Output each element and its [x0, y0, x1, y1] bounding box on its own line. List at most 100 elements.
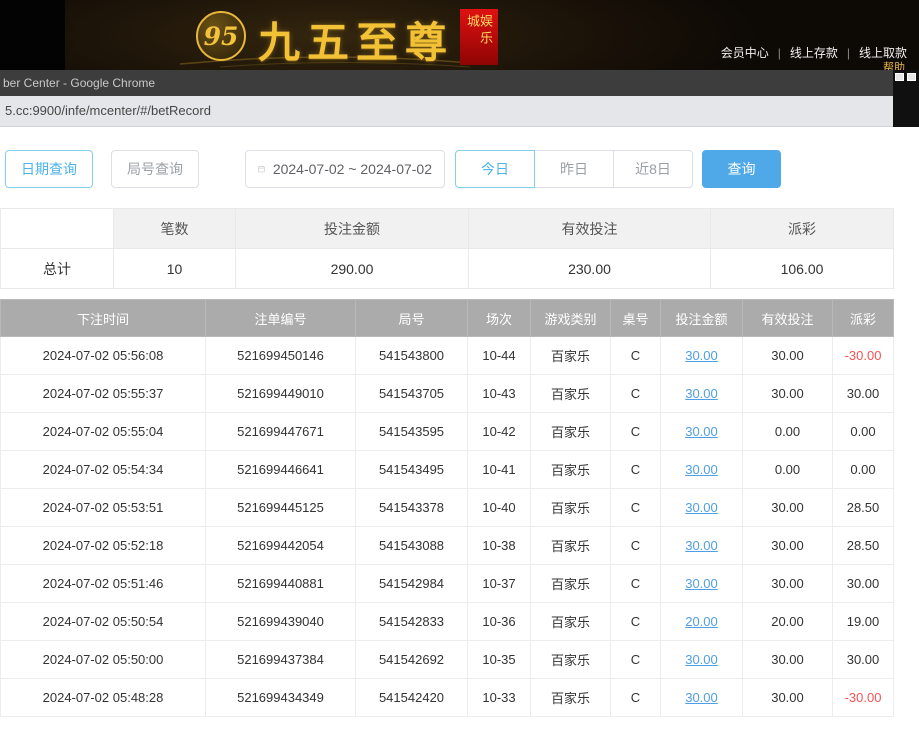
bet-cell-table: C [611, 641, 661, 679]
summary-header-cell: 投注金额 [236, 209, 469, 249]
bet-amount-link[interactable]: 20.00 [685, 614, 718, 629]
emblem-text: 95 [204, 22, 239, 51]
bet-cell-time: 2024-07-02 05:48:28 [1, 679, 206, 717]
search-button[interactable]: 查询 [702, 150, 781, 188]
date-query-button[interactable]: 日期查询 [5, 150, 93, 188]
bet-cell-round: 541543378 [356, 489, 468, 527]
bet-amount-link[interactable]: 30.00 [685, 462, 718, 477]
bet-cell-table: C [611, 337, 661, 375]
date-range-picker[interactable]: 2024-07-02 ~ 2024-07-02 [245, 150, 445, 188]
bet-cell-payout: 19.00 [833, 603, 894, 641]
bet-amount-link[interactable]: 30.00 [685, 500, 718, 515]
bet-cell-valid: 30.00 [743, 375, 833, 413]
bet-cell-session: 10-44 [468, 337, 531, 375]
bet-cell-valid: 0.00 [743, 413, 833, 451]
bet-amount-link[interactable]: 30.00 [685, 652, 718, 667]
bet-amount-link[interactable]: 30.00 [685, 424, 718, 439]
bet-cell-round: 541542984 [356, 565, 468, 603]
bet-cell-session: 10-43 [468, 375, 531, 413]
bet-cell-round: 541543705 [356, 375, 468, 413]
summary-value-cell: 230.00 [469, 249, 711, 289]
url-text: 5.cc:9900/infe/mcenter/#/betRecord [5, 103, 211, 118]
bet-cell-payout: 30.00 [833, 565, 894, 603]
bet-cell-game: 百家乐 [531, 337, 611, 375]
bet-row: 2024-07-02 05:50:00521699437384541542692… [1, 641, 894, 679]
bet-cell-bet_id: 521699445125 [206, 489, 356, 527]
bet-cell-game: 百家乐 [531, 603, 611, 641]
bet-amount-link[interactable]: 30.00 [685, 348, 718, 363]
round-query-button[interactable]: 局号查询 [111, 150, 199, 188]
bet-cell-time: 2024-07-02 05:53:51 [1, 489, 206, 527]
bet-cell-round: 541542833 [356, 603, 468, 641]
bet-cell-round: 541542420 [356, 679, 468, 717]
bet-cell-bet_id: 521699446641 [206, 451, 356, 489]
window-frame-strip [893, 70, 919, 127]
bet-cell-round: 541542692 [356, 641, 468, 679]
bet-cell-bet_id: 521699449010 [206, 375, 356, 413]
bet-cell-valid: 30.00 [743, 641, 833, 679]
bet-header-row: 下注时间注单编号局号场次游戏类别桌号投注金额有效投注派彩 [1, 300, 894, 337]
bet-cell-payout: 28.50 [833, 527, 894, 565]
bet-cell-session: 10-41 [468, 451, 531, 489]
bet-cell-game: 百家乐 [531, 565, 611, 603]
bet-row: 2024-07-02 05:54:34521699446641541543495… [1, 451, 894, 489]
bet-cell-round: 541543088 [356, 527, 468, 565]
bet-amount-link[interactable]: 30.00 [685, 386, 718, 401]
bet-cell-amount: 30.00 [661, 337, 743, 375]
bet-cell-table: C [611, 679, 661, 717]
quick-range-today[interactable]: 今日 [455, 150, 535, 188]
quick-range-yesterday[interactable]: 昨日 [534, 150, 614, 188]
nav-separator: | [778, 46, 781, 60]
bet-cell-payout: -30.00 [833, 679, 894, 717]
bet-cell-game: 百家乐 [531, 489, 611, 527]
bet-cell-time: 2024-07-02 05:55:04 [1, 413, 206, 451]
bet-row: 2024-07-02 05:51:46521699440881541542984… [1, 565, 894, 603]
bet-cell-bet_id: 521699447671 [206, 413, 356, 451]
bet-cell-round: 541543595 [356, 413, 468, 451]
bet-row: 2024-07-02 05:56:08521699450146541543800… [1, 337, 894, 375]
help-link[interactable]: 帮助 [883, 59, 905, 70]
bet-cell-session: 10-37 [468, 565, 531, 603]
main-content: 日期查询 局号查询 2024-07-02 ~ 2024-07-02 今日 昨日 … [0, 127, 919, 717]
bet-row: 2024-07-02 05:55:37521699449010541543705… [1, 375, 894, 413]
nav-link-0[interactable]: 会员中心 [721, 44, 769, 61]
bet-cell-payout: 28.50 [833, 489, 894, 527]
logo-title: 九五至尊 [258, 9, 454, 70]
bet-cell-valid: 20.00 [743, 603, 833, 641]
date-range-text: 2024-07-02 ~ 2024-07-02 [273, 161, 432, 177]
quick-range-last8days[interactable]: 近8日 [613, 150, 693, 188]
maximize-button[interactable] [895, 73, 904, 81]
bet-cell-time: 2024-07-02 05:50:00 [1, 641, 206, 679]
bet-cell-valid: 30.00 [743, 679, 833, 717]
bet-cell-payout: 0.00 [833, 413, 894, 451]
bet-cell-amount: 30.00 [661, 375, 743, 413]
bet-header-cell: 有效投注 [743, 300, 833, 337]
bet-cell-session: 10-35 [468, 641, 531, 679]
window-controls [895, 73, 916, 81]
bet-cell-amount: 20.00 [661, 603, 743, 641]
bet-cell-amount: 30.00 [661, 527, 743, 565]
bet-cell-payout: 0.00 [833, 451, 894, 489]
bet-header-cell: 局号 [356, 300, 468, 337]
browser-addressbar[interactable]: 5.cc:9900/infe/mcenter/#/betRecord [0, 96, 893, 127]
bet-cell-session: 10-42 [468, 413, 531, 451]
nav-link-1[interactable]: 线上存款 [790, 44, 838, 61]
bet-cell-bet_id: 521699434349 [206, 679, 356, 717]
bet-cell-valid: 0.00 [743, 451, 833, 489]
bet-cell-amount: 30.00 [661, 451, 743, 489]
filter-bar: 日期查询 局号查询 2024-07-02 ~ 2024-07-02 今日 昨日 … [0, 150, 919, 188]
bet-amount-link[interactable]: 30.00 [685, 576, 718, 591]
logo-badge: 娱乐城 [460, 9, 498, 65]
bet-amount-link[interactable]: 30.00 [685, 538, 718, 553]
close-button[interactable] [907, 73, 916, 81]
bet-cell-payout: -30.00 [833, 337, 894, 375]
calendar-icon [258, 162, 265, 176]
bet-cell-game: 百家乐 [531, 375, 611, 413]
summary-total-row: 总计 10290.00230.00106.00 [1, 249, 894, 289]
summary-header-cell: 笔数 [114, 209, 236, 249]
bet-cell-table: C [611, 565, 661, 603]
bet-cell-bet_id: 521699442054 [206, 527, 356, 565]
bet-cell-game: 百家乐 [531, 451, 611, 489]
bet-row: 2024-07-02 05:52:18521699442054541543088… [1, 527, 894, 565]
bet-amount-link[interactable]: 30.00 [685, 690, 718, 705]
